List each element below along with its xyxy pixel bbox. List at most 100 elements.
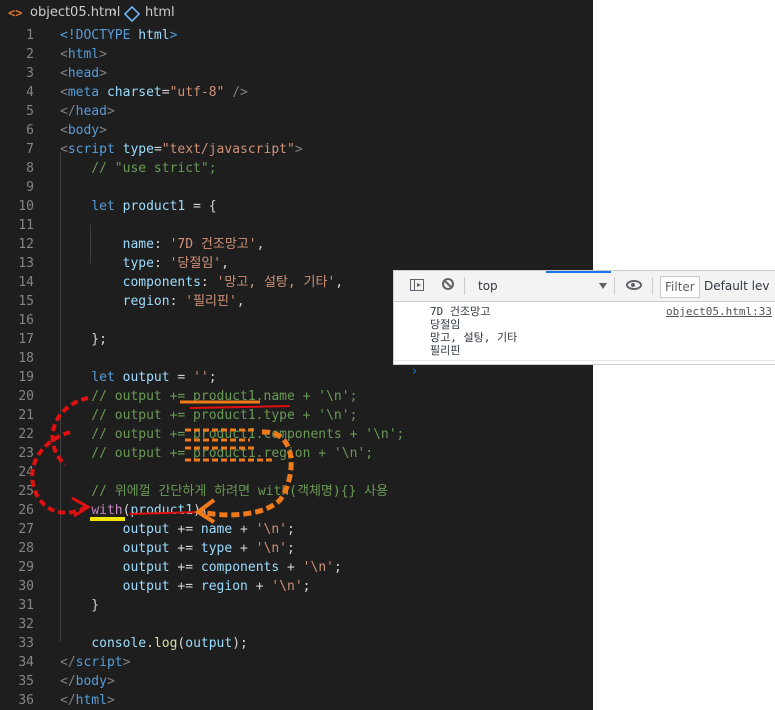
code-line[interactable]: 3 <head> <box>0 64 593 83</box>
line-number: 6 <box>26 123 34 138</box>
code-token: += <box>169 560 201 575</box>
code-token: '\n' <box>255 522 288 537</box>
code-token: body <box>67 123 100 138</box>
code-token: > <box>294 142 303 157</box>
code-token: // output += product1.name + '\n'; <box>60 389 358 404</box>
line-number: 7 <box>26 142 34 157</box>
code-line[interactable]: 31 } <box>0 596 593 615</box>
line-text: output += type + '\n'; <box>60 539 295 558</box>
code-line[interactable]: 23 // output += product1.region + '\n'; <box>0 444 593 463</box>
code-token: += <box>169 541 201 556</box>
code-token: output <box>122 522 170 537</box>
line-text: </body> <box>60 672 115 691</box>
code-token: let <box>91 370 123 385</box>
line-number: 17 <box>18 332 34 347</box>
code-token: > <box>106 674 115 689</box>
code-line[interactable]: 34 </script> <box>0 653 593 672</box>
log-levels-dropdown[interactable]: Default lev <box>704 279 769 293</box>
code-line[interactable]: 25 // 위에껄 간단하게 하려면 with(객체명){} 사용 <box>0 482 593 501</box>
code-token: '7D 건조망고' <box>169 237 257 252</box>
line-number: 4 <box>26 85 34 100</box>
code-token: </ <box>60 693 76 708</box>
code-token: components <box>200 560 280 575</box>
line-number: 34 <box>18 655 34 670</box>
code-line[interactable]: 12 name: '7D 건조망고', <box>0 235 593 254</box>
console-divider <box>394 360 775 361</box>
devtools-console[interactable]: top Filter Default lev 7D 건조망고 당절임 망고, 설탕,… <box>393 270 775 379</box>
code-line[interactable]: 2 <html> <box>0 45 593 64</box>
eye-icon[interactable] <box>626 280 642 290</box>
code-line[interactable]: 9 <box>0 178 593 197</box>
code-token: '\n' <box>302 560 334 575</box>
code-line[interactable]: 10 let product1 = { <box>0 197 593 216</box>
code-line[interactable]: 8 // "use strict"; <box>0 159 593 178</box>
code-line[interactable]: 35 </body> <box>0 672 593 691</box>
code-token: < <box>60 85 68 100</box>
code-line[interactable]: 29 output += components + '\n'; <box>0 558 593 577</box>
console-source-link[interactable]: object05.html:33 <box>666 305 772 318</box>
line-text: } <box>60 596 99 615</box>
code-token: product1 <box>122 199 186 214</box>
console-prompt-icon[interactable]: › <box>412 364 417 379</box>
code-token: > <box>99 123 107 138</box>
code-line[interactable]: 33 console.log(output); <box>0 634 593 653</box>
line-number: 12 <box>18 237 34 252</box>
code-token: : <box>153 256 170 271</box>
line-text: components: '망고, 설탕, 기타', <box>60 273 344 292</box>
code-line[interactable]: 24 <box>0 463 593 482</box>
sidebar-toggle-icon[interactable] <box>410 279 424 291</box>
code-line[interactable]: 30 output += region + '\n'; <box>0 577 593 596</box>
line-text: // output += product1.name + '\n'; <box>60 387 357 406</box>
code-token: output <box>122 579 170 594</box>
clear-console-icon[interactable] <box>442 278 454 290</box>
line-number: 1 <box>26 28 34 43</box>
code-line[interactable]: 19 let output = ''; <box>0 368 593 387</box>
code-token: // output += product1.components + '\n'; <box>60 427 405 442</box>
active-tab-indicator <box>546 271 611 273</box>
console-output-line: 망고, 설탕, 기타 <box>430 331 518 344</box>
code-line[interactable]: 36 </html> <box>0 691 593 710</box>
line-number: 23 <box>18 446 34 461</box>
toolbar-divider <box>614 277 615 295</box>
code-line[interactable]: 4 <meta charset="utf-8" /> <box>0 83 593 102</box>
code-line[interactable]: 20 // output += product1.name + '\n'; <box>0 387 593 406</box>
line-text: <head> <box>60 64 107 83</box>
filter-input[interactable]: Filter <box>660 276 700 298</box>
code-token: <!DOCTYPE <box>60 28 139 43</box>
code-token: '망고, 설탕, 기타' <box>216 275 336 290</box>
line-number: 19 <box>18 370 34 385</box>
code-line[interactable]: 22 // output += product1.components + '\… <box>0 425 593 444</box>
context-selector[interactable]: top <box>478 279 498 293</box>
code-line[interactable]: 26 with(product1){ <box>0 501 593 520</box>
code-token: , <box>221 256 229 271</box>
code-token: > <box>99 66 107 81</box>
line-number: 16 <box>18 313 34 328</box>
code-line[interactable]: 6 <body> <box>0 121 593 140</box>
breadcrumb-symbol[interactable]: html <box>145 0 175 26</box>
code-token: region <box>122 294 170 309</box>
line-number: 18 <box>18 351 34 366</box>
code-token: , <box>236 294 245 309</box>
code-line[interactable]: 27 output += name + '\n'; <box>0 520 593 539</box>
code-line[interactable]: 11 <box>0 216 593 235</box>
code-token: + <box>279 560 303 575</box>
code-line[interactable]: 21 // output += product1.type + '\n'; <box>0 406 593 425</box>
line-text: // 위에껄 간단하게 하려면 with(객체명){} 사용 <box>60 482 388 501</box>
breadcrumb-file[interactable]: object05.html <box>30 0 120 26</box>
line-text: // output += product1.components + '\n'; <box>60 425 404 444</box>
line-text: </html> <box>60 691 115 710</box>
code-line[interactable]: 28 output += type + '\n'; <box>0 539 593 558</box>
code-token: type <box>200 541 233 556</box>
code-line[interactable]: 1 <!DOCTYPE html> <box>0 26 593 45</box>
code-token: < <box>60 142 68 157</box>
breadcrumb-separator: › <box>112 5 118 20</box>
code-line[interactable]: 7 <script type="text/javascript"> <box>0 140 593 159</box>
code-line[interactable]: 5 </head> <box>0 102 593 121</box>
chevron-down-icon[interactable] <box>599 283 607 289</box>
line-number: 15 <box>18 294 34 309</box>
code-line[interactable]: 32 <box>0 615 593 634</box>
code-token: '' <box>193 370 209 385</box>
